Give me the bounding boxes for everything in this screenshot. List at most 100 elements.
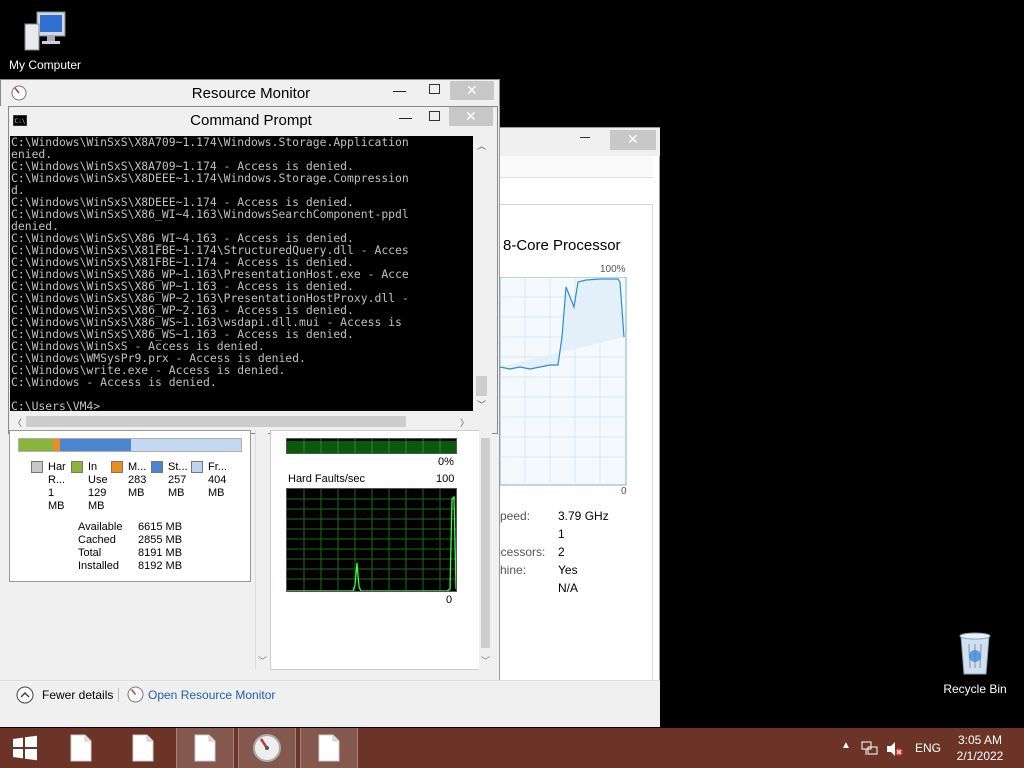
document-icon xyxy=(194,734,216,762)
recycle-bin-icon[interactable]: Recycle Bin xyxy=(930,630,1020,696)
scroll-left-icon[interactable]: 〈 xyxy=(13,416,22,429)
stat-value: 2855 MB xyxy=(138,534,183,546)
legend-label: Fr... xyxy=(208,461,227,473)
my-computer-label: My Computer xyxy=(8,58,82,72)
left-pane-scrollbar[interactable]: ﹀ xyxy=(255,430,268,670)
legend-label: Har xyxy=(48,461,66,473)
show-hidden-icons-icon[interactable]: ▲ xyxy=(841,740,851,751)
command-prompt-close-button[interactable]: ✕ xyxy=(449,107,493,126)
close-icon: ✕ xyxy=(627,131,639,147)
legend-swatch xyxy=(111,461,123,473)
stat-value: 6615 MB xyxy=(138,521,183,533)
close-icon: ✕ xyxy=(465,108,477,124)
volume-muted-icon[interactable] xyxy=(886,741,904,757)
stat-value: 8191 MB xyxy=(138,547,183,559)
legend-label: Use xyxy=(88,474,108,486)
legend-unit: MB xyxy=(208,487,225,499)
info-value: 3.79 GHz xyxy=(558,509,609,523)
stat-label: Total xyxy=(78,547,102,559)
stat-value: 8192 MB xyxy=(138,560,183,572)
cpu-graph xyxy=(500,277,627,486)
legend-swatch xyxy=(71,461,83,473)
stat-label: Cached xyxy=(78,534,116,546)
taskbar-app-3[interactable] xyxy=(176,728,234,768)
document-icon xyxy=(70,734,92,762)
legend-unit: MB xyxy=(88,500,105,512)
computer-icon xyxy=(24,11,66,51)
recycle-bin-label: Recycle Bin xyxy=(943,682,1007,696)
console-line: C:\Windows - Access is denied. xyxy=(11,375,217,389)
scroll-thumb[interactable] xyxy=(481,438,490,648)
task-manager-subtabs xyxy=(500,178,653,204)
cpu-title: 8-Core Processor xyxy=(503,237,621,254)
graphs-scrollbar[interactable]: ﹀ xyxy=(479,430,492,670)
taskbar-resource-monitor[interactable] xyxy=(238,728,296,768)
console-line: C:\Windows\WinSxS\X86_WI~4.163\WindowsSe… xyxy=(11,207,409,221)
hard-faults-graph xyxy=(286,488,457,592)
cpu-min-label: 0 xyxy=(621,486,627,497)
scroll-up-icon[interactable]: ︿ xyxy=(477,139,486,152)
legend-unit: MB xyxy=(48,500,65,512)
standby-segment xyxy=(60,439,131,451)
minimize-icon[interactable]: — xyxy=(393,83,406,98)
legend-value: 1 xyxy=(48,487,55,499)
task-manager-close-button[interactable]: ✕ xyxy=(610,130,656,150)
info-value: 2 xyxy=(558,545,565,559)
legend-value: 129 xyxy=(88,487,107,499)
legend-label: M... xyxy=(128,461,147,473)
console-horizontal-scrollbar[interactable]: 〈 〉 xyxy=(10,413,473,430)
network-icon[interactable] xyxy=(861,741,879,757)
resource-monitor-icon xyxy=(253,734,281,762)
clock-date: 2/1/2022 xyxy=(956,749,1004,763)
resource-monitor-icon xyxy=(127,686,144,703)
close-icon: ✕ xyxy=(466,82,478,98)
console-vertical-scrollbar[interactable]: ︿ ﹀ xyxy=(473,136,490,411)
taskbar-app-5[interactable] xyxy=(300,728,358,768)
cpu-max-label: 100% xyxy=(600,264,626,275)
resource-monitor-titlebar: Resource Monitor — ✕ xyxy=(0,79,500,106)
fewer-details-label: Fewer details xyxy=(42,688,114,702)
upper-graph-min: 0% xyxy=(438,456,454,468)
maximize-icon[interactable] xyxy=(429,111,440,121)
hard-faults-max: 100 xyxy=(436,473,455,485)
legend-unit: MB xyxy=(168,487,185,499)
resource-monitor-title: Resource Monitor xyxy=(191,85,311,102)
scroll-down-icon[interactable]: ﹀ xyxy=(481,654,490,667)
clock-time: 3:05 AM xyxy=(957,733,1003,747)
taskbar: ▲ ENG 3:05 AM 2/1/2022 xyxy=(0,728,1024,768)
memory-usage-bar xyxy=(18,438,242,452)
taskbar-app-2[interactable] xyxy=(114,728,172,768)
open-resource-monitor-label: Open Resource Monitor xyxy=(148,688,276,702)
resource-monitor-close-button[interactable]: ✕ xyxy=(450,81,494,100)
start-button[interactable] xyxy=(0,728,50,768)
legend-swatch xyxy=(191,461,203,473)
maximize-icon[interactable] xyxy=(429,84,440,94)
scroll-thumb[interactable] xyxy=(476,376,487,396)
scroll-down-icon[interactable]: ﹀ xyxy=(258,654,267,667)
modified-segment xyxy=(53,439,60,451)
legend-swatch xyxy=(31,461,43,473)
hard-faults-min: 0 xyxy=(446,594,453,606)
document-icon xyxy=(132,734,154,762)
command-prompt-titlebar: C:\ Command Prompt — ✕ xyxy=(9,107,497,134)
scroll-thumb[interactable] xyxy=(26,416,406,427)
document-icon xyxy=(318,734,340,762)
upper-graph-grid xyxy=(287,439,456,453)
scroll-right-icon[interactable]: 〉 xyxy=(460,416,469,429)
legend-swatch xyxy=(151,461,163,473)
language-indicator[interactable]: ENG xyxy=(915,741,941,755)
my-computer-icon[interactable]: My Computer xyxy=(0,8,90,72)
task-manager-tabs xyxy=(500,156,653,178)
legend-label: In xyxy=(88,461,98,473)
trash-icon xyxy=(959,632,991,675)
minimize-icon[interactable]: — xyxy=(399,110,412,125)
console-line: C:\Windows\WinSxS\X8DEEE~1.174\Windows.S… xyxy=(11,171,409,185)
taskbar-app-1[interactable] xyxy=(52,728,110,768)
legend-label: St... xyxy=(168,461,188,473)
minimize-icon[interactable] xyxy=(580,137,590,138)
info-value: N/A xyxy=(558,581,579,595)
clock[interactable]: 3:05 AM 2/1/2022 xyxy=(950,733,1010,763)
console-output[interactable]: C:\Windows\WinSxS\X8A709~1.174\Windows.S… xyxy=(10,136,473,411)
scroll-down-icon[interactable]: ﹀ xyxy=(477,398,486,411)
hard-faults-label: Hard Faults/sec xyxy=(288,473,366,485)
